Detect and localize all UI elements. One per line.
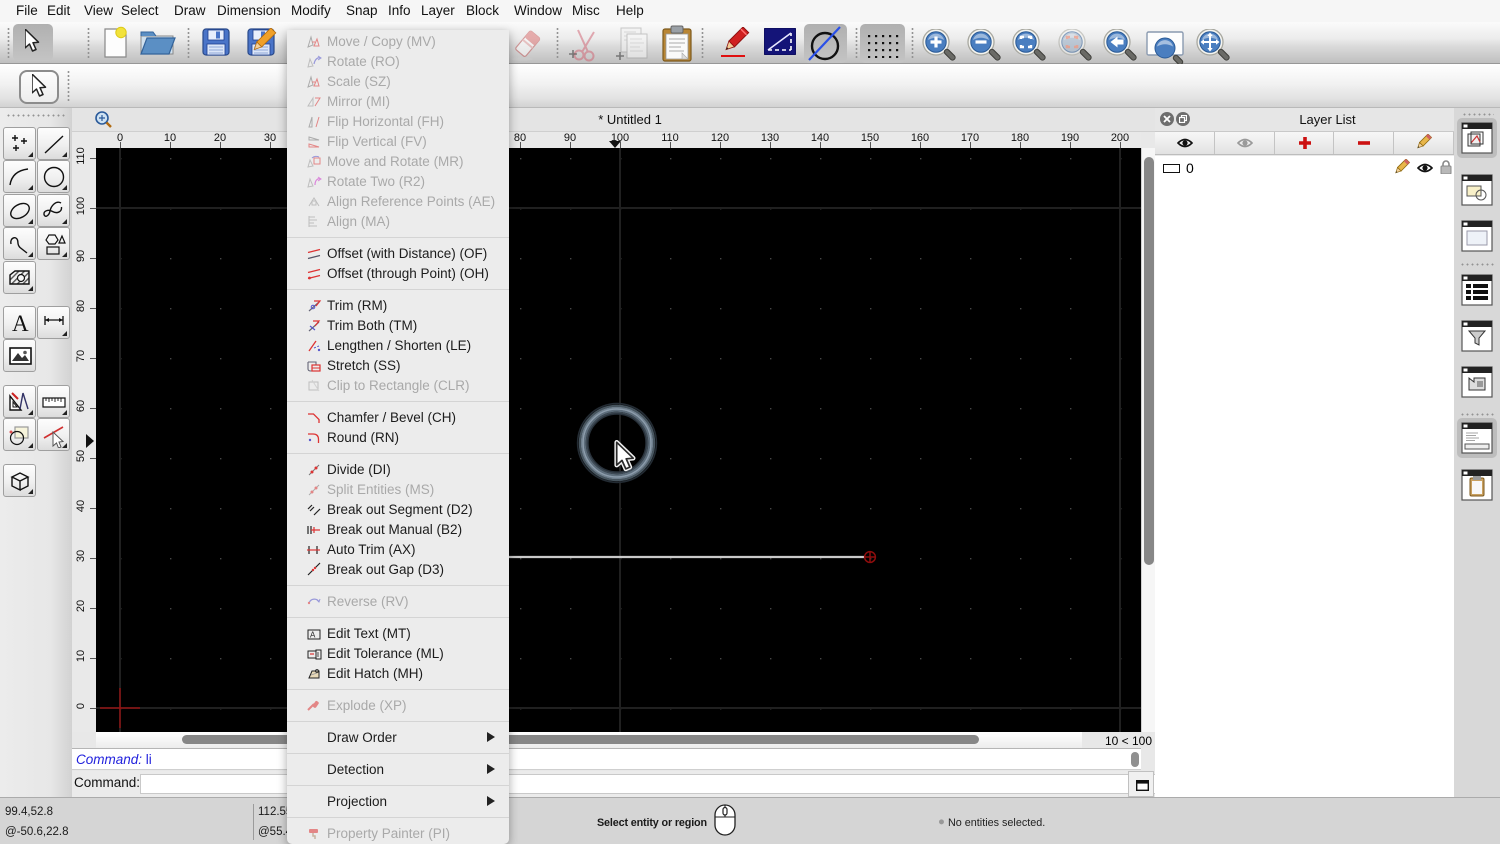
svg-text:A: A: [310, 631, 316, 640]
svg-text:A: A: [12, 311, 29, 336]
